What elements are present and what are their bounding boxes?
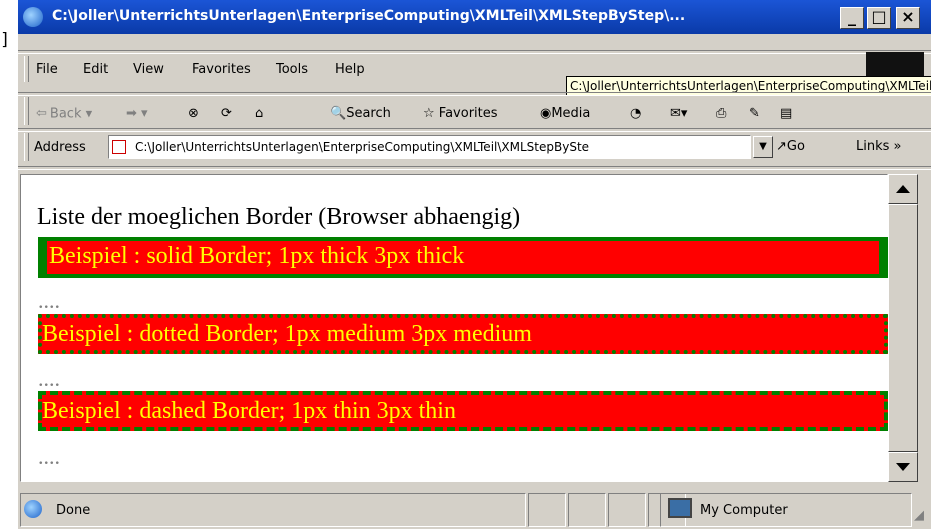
zone-label: My Computer: [700, 503, 788, 518]
window-title: C:\Joller\UnterrichtsUnterlagen\Enterpri…: [52, 8, 686, 24]
chevron-right-icon: »: [893, 139, 902, 154]
back-arrow-icon: ⇦: [36, 106, 47, 121]
favorites-button[interactable]: ☆ Favorites: [423, 106, 498, 121]
ellipsis-3: ....: [38, 444, 60, 469]
discuss-button[interactable]: ▤: [780, 106, 792, 121]
go-arrow-icon: ↗: [776, 139, 787, 154]
status-cell-1: [528, 493, 566, 527]
favorites-label: Favorites: [438, 106, 498, 121]
resize-grip-icon[interactable]: ◢: [914, 508, 924, 523]
search-icon: 🔍: [330, 106, 347, 121]
toolbar-grip[interactable]: [24, 97, 29, 125]
content-separator: [18, 166, 931, 170]
mail-icon: ✉▾: [670, 106, 688, 121]
home-icon: ⌂: [255, 106, 264, 121]
print-icon: ⎙: [716, 106, 727, 121]
stop-button[interactable]: ⊗: [188, 106, 199, 121]
history-icon: ◔: [630, 106, 642, 121]
address-separator: [18, 128, 931, 132]
forward-button[interactable]: ➡ ▾: [126, 106, 148, 121]
ellipsis-1: ....: [38, 288, 60, 313]
scroll-thumb[interactable]: [888, 204, 918, 452]
status-main-cell: [20, 493, 526, 527]
menu-favorites[interactable]: Favorites: [192, 62, 251, 77]
address-input[interactable]: C:\Joller\UnterrichtsUnterlagen\Enterpri…: [108, 135, 751, 159]
menu-separator: [18, 50, 931, 54]
refresh-button[interactable]: ⟳: [221, 106, 232, 121]
scroll-up-button[interactable]: [888, 174, 918, 204]
scroll-down-button[interactable]: [888, 452, 918, 482]
arrow-up-icon: [896, 185, 910, 193]
forward-arrow-icon: ➡ ▾: [126, 106, 148, 121]
go-label: Go: [786, 139, 805, 154]
home-button[interactable]: ⌂: [255, 106, 263, 121]
mail-button[interactable]: ✉▾: [670, 106, 687, 121]
refresh-icon: ⟳: [221, 106, 232, 121]
toolbar-separator: [18, 92, 931, 96]
status-ie-icon: [24, 500, 42, 522]
minimize-button[interactable]: _: [840, 7, 864, 29]
solid-border-example: Beispiel : solid Border; 1px thick 3px t…: [38, 237, 888, 278]
menu-file[interactable]: File: [36, 62, 58, 77]
edit-button[interactable]: ✎: [749, 106, 760, 121]
arrow-down-icon: [896, 463, 910, 471]
links-button[interactable]: Links »: [856, 139, 902, 154]
stray-bracket: ]: [0, 30, 11, 50]
browser-window: C:\Joller\UnterrichtsUnterlagen\Enterpri…: [17, 0, 931, 529]
close-button[interactable]: ×: [896, 7, 920, 29]
media-label: Media: [551, 106, 591, 121]
go-button[interactable]: ↗Go: [776, 139, 805, 154]
address-dropdown-button[interactable]: ▼: [753, 136, 773, 158]
status-cell-2: [568, 493, 606, 527]
media-button[interactable]: ◉Media: [540, 106, 590, 121]
search-button[interactable]: 🔍Search: [330, 106, 391, 121]
page-heading: Liste der moeglichen Border (Browser abh…: [37, 204, 521, 230]
dashed-border-example: Beispiel : dashed Border; 1px thin 3px t…: [38, 391, 888, 431]
menu-tools[interactable]: Tools: [276, 62, 308, 77]
status-text: Done: [56, 503, 91, 518]
links-label: Links: [856, 139, 890, 154]
stop-icon: ⊗: [188, 106, 199, 121]
address-grip[interactable]: [24, 133, 29, 161]
media-icon: ◉: [540, 106, 552, 121]
page-icon: [112, 140, 126, 154]
dotted-border-example: Beispiel : dotted Border; 1px medium 3px…: [38, 314, 888, 354]
computer-icon: [668, 498, 692, 522]
ie-icon: [23, 7, 43, 27]
history-button[interactable]: ◔: [630, 106, 641, 121]
print-button[interactable]: ⎙: [716, 106, 726, 121]
title-bar[interactable]: C:\Joller\UnterrichtsUnterlagen\Enterpri…: [18, 0, 931, 34]
maximize-button[interactable]: □: [867, 7, 891, 29]
address-label: Address: [34, 140, 86, 155]
discuss-icon: ▤: [780, 106, 793, 121]
ellipsis-2: ....: [38, 366, 60, 391]
status-cell-3: [608, 493, 646, 527]
back-button[interactable]: ⇦ Back ▾: [36, 106, 92, 122]
search-label: Search: [346, 106, 391, 121]
menu-grip[interactable]: [24, 56, 29, 82]
edit-icon: ✎: [749, 106, 760, 121]
favorites-icon: ☆: [423, 106, 439, 121]
menu-edit[interactable]: Edit: [83, 62, 108, 77]
vertical-scrollbar[interactable]: [888, 174, 918, 482]
menu-help[interactable]: Help: [335, 62, 365, 77]
back-label: Back: [49, 106, 82, 122]
menu-view[interactable]: View: [133, 62, 164, 77]
